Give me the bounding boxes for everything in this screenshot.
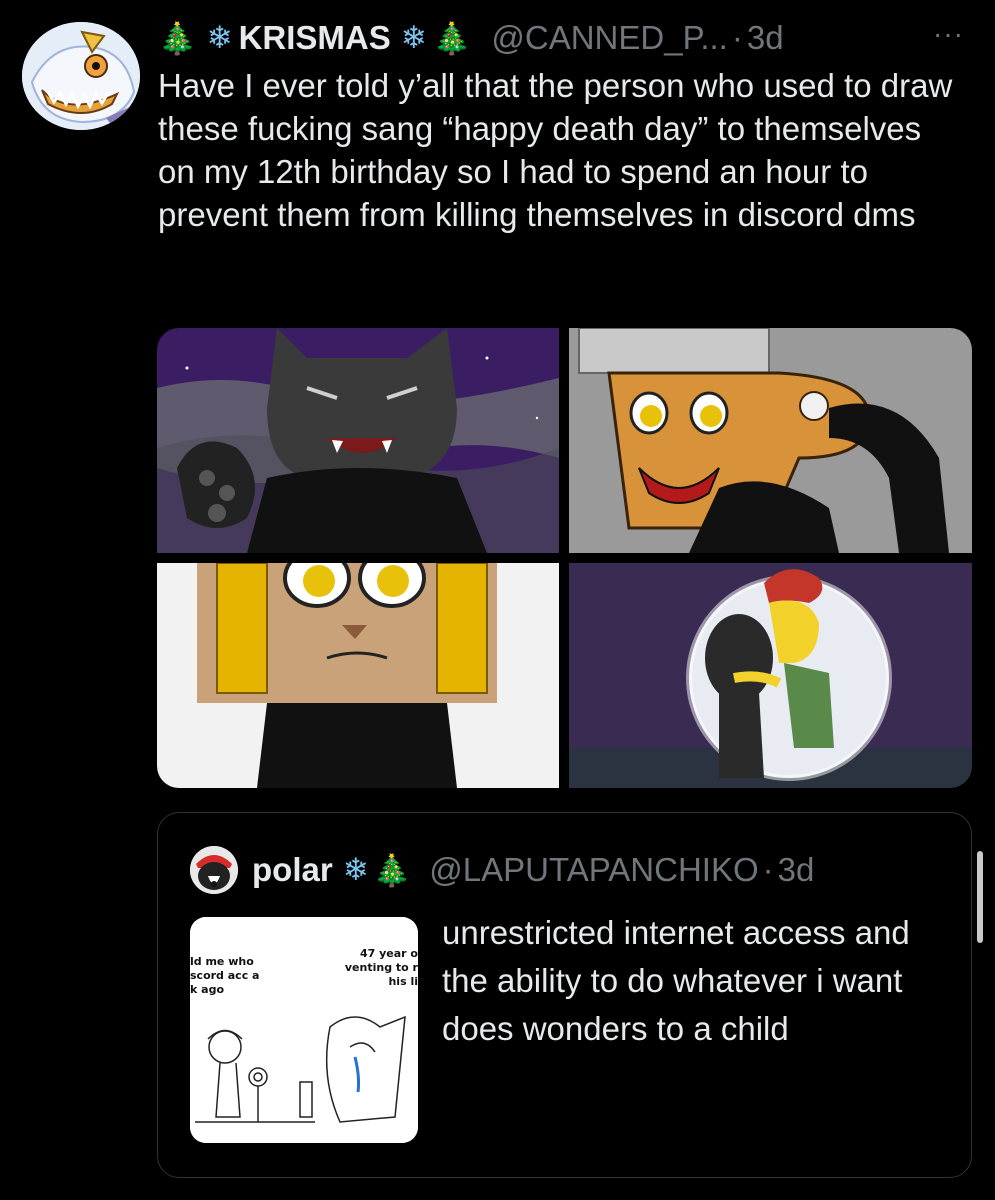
quoted-author-display-name: polar bbox=[252, 851, 333, 888]
thumbnail-caption-left-2: scord acc a bbox=[190, 969, 259, 982]
media-grid bbox=[157, 328, 972, 788]
quoted-author-avatar[interactable] bbox=[190, 846, 238, 894]
snowflake-icon: ❄ bbox=[400, 20, 427, 56]
tweet-text: Have I ever told y’all that the person w… bbox=[158, 67, 953, 233]
snowflake-icon: ❄ bbox=[206, 20, 233, 56]
quoted-tweet-text: unrestricted internet access and the abi… bbox=[442, 914, 910, 1047]
author-display-name: KRISMAS bbox=[238, 19, 391, 56]
snowflake-icon: ❄ bbox=[342, 852, 369, 888]
separator-dot: · bbox=[731, 19, 743, 56]
scrollbar-thumb[interactable] bbox=[977, 851, 983, 943]
thumbnail-caption-left-1: ld me who bbox=[190, 955, 254, 968]
media-image-werewolf-cat[interactable] bbox=[157, 328, 559, 553]
thumbnail-caption-right-1: 47 year o bbox=[360, 947, 418, 960]
quoted-tweet-timestamp[interactable]: 3d bbox=[778, 851, 815, 889]
quoted-tweet-header: polar ❄ 🎄 @LAPUTAPANCHIKO · 3d bbox=[190, 845, 814, 895]
christmas-tree-icon: 🎄 bbox=[372, 852, 412, 889]
media-image-sideshow-bob-moon[interactable] bbox=[569, 563, 972, 788]
tweet-header: 🎄 ❄ KRISMAS ❄ 🎄 @CANNED_P... · 3d ··· bbox=[158, 14, 978, 62]
author-name[interactable]: 🎄 ❄ KRISMAS ❄ 🎄 bbox=[158, 19, 471, 57]
author-handle[interactable]: @CANNED_P... bbox=[491, 19, 727, 57]
thumbnail-caption-left-3: k ago bbox=[190, 983, 224, 996]
author-avatar[interactable] bbox=[22, 22, 140, 130]
separator-dot: · bbox=[762, 851, 774, 888]
quoted-author-handle[interactable]: @LAPUTAPANCHIKO bbox=[429, 851, 758, 889]
media-image-toaster-wolf[interactable] bbox=[569, 328, 972, 553]
christmas-tree-icon: 🎄 bbox=[158, 20, 197, 57]
more-options-icon[interactable]: ··· bbox=[933, 18, 964, 50]
thumbnail-caption-right-3: his li bbox=[388, 975, 418, 988]
quoted-author-name[interactable]: polar ❄ 🎄 bbox=[252, 851, 411, 889]
quoted-media-thumbnail[interactable]: ld me who scord acc a k ago 47 year o ve… bbox=[190, 917, 418, 1143]
thumbnail-caption-right-2: venting to r bbox=[345, 961, 418, 974]
tweet-timestamp[interactable]: 3d bbox=[747, 19, 784, 57]
media-image-toaster-cat-face[interactable] bbox=[157, 563, 559, 788]
quoted-tweet-card[interactable]: polar ❄ 🎄 @LAPUTAPANCHIKO · 3d ld me who… bbox=[157, 812, 983, 1178]
christmas-tree-icon: 🎄 bbox=[432, 20, 472, 57]
